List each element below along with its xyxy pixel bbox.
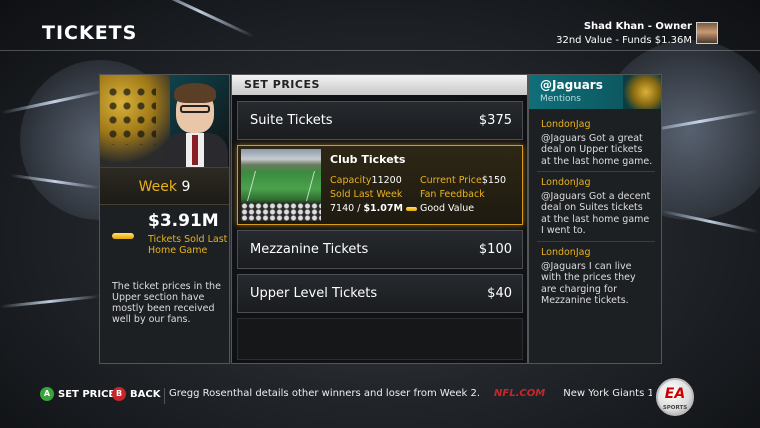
revenue-box: $3.91M Tickets Sold Last Home Game — [100, 205, 229, 281]
field-lines — [246, 171, 316, 201]
mention-item: LondonJag @Jaguars Got a decent deal on … — [541, 177, 653, 237]
ticket-label: Suite Tickets — [250, 113, 333, 128]
current-price-value: $150 — [481, 175, 507, 186]
capacity-label: Capacity — [330, 175, 372, 186]
ticket-price: $40 — [487, 286, 512, 301]
owner-info: Shad Khan - Owner 32nd Value - Funds $1.… — [556, 20, 692, 48]
rating-bar-icon — [112, 233, 134, 239]
owner-stats: 32nd Value - Funds $1.36M — [556, 35, 692, 46]
b-button-icon: B — [112, 387, 126, 401]
revenue-value: $3.91M — [148, 211, 219, 231]
back-button[interactable]: B BACK — [112, 387, 160, 401]
fan-feedback-label: Fan Feedback — [420, 189, 485, 200]
nfl-logo-icon: NFL.COM — [494, 388, 546, 399]
ticker-text: New York Giants 17 Buffalo — [563, 388, 652, 399]
back-label: BACK — [130, 388, 161, 400]
current-price-field: Current Price$150 — [420, 175, 506, 186]
mentions-header: @Jaguars Mentions — [529, 75, 661, 109]
set-prices-panel: SET PRICES Suite Tickets $375 Club Ticke… — [231, 74, 528, 364]
mentions-subtitle: Mentions — [540, 94, 581, 104]
price-feedback-description: The ticket prices in the Upper section h… — [112, 281, 221, 325]
divider — [537, 171, 655, 172]
jaguar-spots — [106, 85, 156, 145]
ticket-row-upper[interactable]: Upper Level Tickets $40 — [237, 274, 523, 313]
empty-panel-area — [237, 318, 523, 360]
ticket-label: Upper Level Tickets — [250, 286, 378, 301]
capacity-field: Capacity11200 — [330, 175, 402, 186]
ticket-row-suite[interactable]: Suite Tickets $375 — [237, 101, 523, 140]
sold-last-week-label: Sold Last Week — [330, 189, 403, 200]
news-ticker: Gregg Rosenthal details other winners an… — [164, 388, 652, 404]
header-divider — [0, 50, 760, 51]
ea-logo-text: EA — [664, 386, 686, 402]
mention-user: LondonJag — [541, 177, 591, 188]
ticket-price: $100 — [478, 242, 512, 257]
team-handle: @Jaguars — [540, 78, 603, 92]
divider — [537, 241, 655, 242]
owner-avatar — [696, 22, 718, 44]
panel-header: SET PRICES — [232, 75, 527, 95]
owner-summary-panel: Week 9 $3.91M Tickets Sold Last Home Gam… — [99, 74, 230, 364]
sold-count: 7140 — [330, 203, 355, 214]
light-streak — [0, 294, 100, 309]
week-label: Week — [138, 179, 177, 195]
revenue-label: Tickets Sold Last Home Game — [148, 234, 228, 256]
capacity-value: 11200 — [371, 175, 402, 186]
ticket-row-club[interactable]: Club Tickets Capacity11200 Current Price… — [237, 145, 523, 225]
mention-item: LondonJag @Jaguars Got a great deal on U… — [541, 119, 653, 167]
rating-bar-icon — [405, 206, 417, 211]
ea-sports-logo-icon: EA SPORTS — [656, 378, 694, 416]
ticker-text: Gregg Rosenthal details other winners an… — [169, 388, 481, 399]
week-number: 9 — [181, 179, 191, 195]
mention-user: LondonJag — [541, 119, 591, 130]
portrait-tie — [192, 135, 198, 165]
set-price-label: SET PRICE — [58, 388, 116, 400]
a-button-icon: A — [40, 387, 54, 401]
ea-logo-subtext: SPORTS — [662, 405, 688, 411]
portrait-glasses — [180, 105, 210, 113]
mention-user: LondonJag — [541, 247, 591, 258]
mention-text: @Jaguars Got a great deal on Upper ticke… — [541, 132, 653, 167]
mentions-panel: @Jaguars Mentions LondonJag @Jaguars Got… — [528, 74, 662, 364]
crowd — [241, 203, 321, 221]
ticket-label: Club Tickets — [330, 153, 406, 166]
bottom-bar: A SET PRICE B BACK Gregg Rosenthal detai… — [0, 378, 760, 414]
ticket-price: $375 — [478, 113, 512, 128]
page-title: TICKETS — [42, 22, 138, 44]
light-streak — [144, 0, 256, 39]
portrait-hair — [174, 83, 216, 103]
fan-feedback-value: Good Value — [420, 203, 475, 214]
sold-last-week-value: 7140 / $1.07M — [330, 203, 417, 214]
mention-text: @Jaguars I can live with the prices they… — [541, 260, 636, 307]
week-indicator: Week 9 — [100, 167, 229, 205]
mention-item: LondonJag @Jaguars I can live with the p… — [541, 247, 653, 307]
mention-text: @Jaguars Got a decent deal on Suites tic… — [541, 190, 651, 237]
owner-name: Shad Khan - Owner — [583, 21, 692, 32]
ticket-label: Mezzanine Tickets — [250, 242, 369, 257]
sold-revenue: $1.07M — [363, 203, 403, 214]
ticket-row-mezzanine[interactable]: Mezzanine Tickets $100 — [237, 230, 523, 269]
owner-portrait — [100, 75, 229, 167]
set-price-button[interactable]: A SET PRICE — [40, 387, 115, 401]
stadium-thumbnail — [241, 149, 321, 221]
current-price-label: Current Price — [420, 175, 482, 186]
jaguar-logo-image — [623, 75, 661, 109]
